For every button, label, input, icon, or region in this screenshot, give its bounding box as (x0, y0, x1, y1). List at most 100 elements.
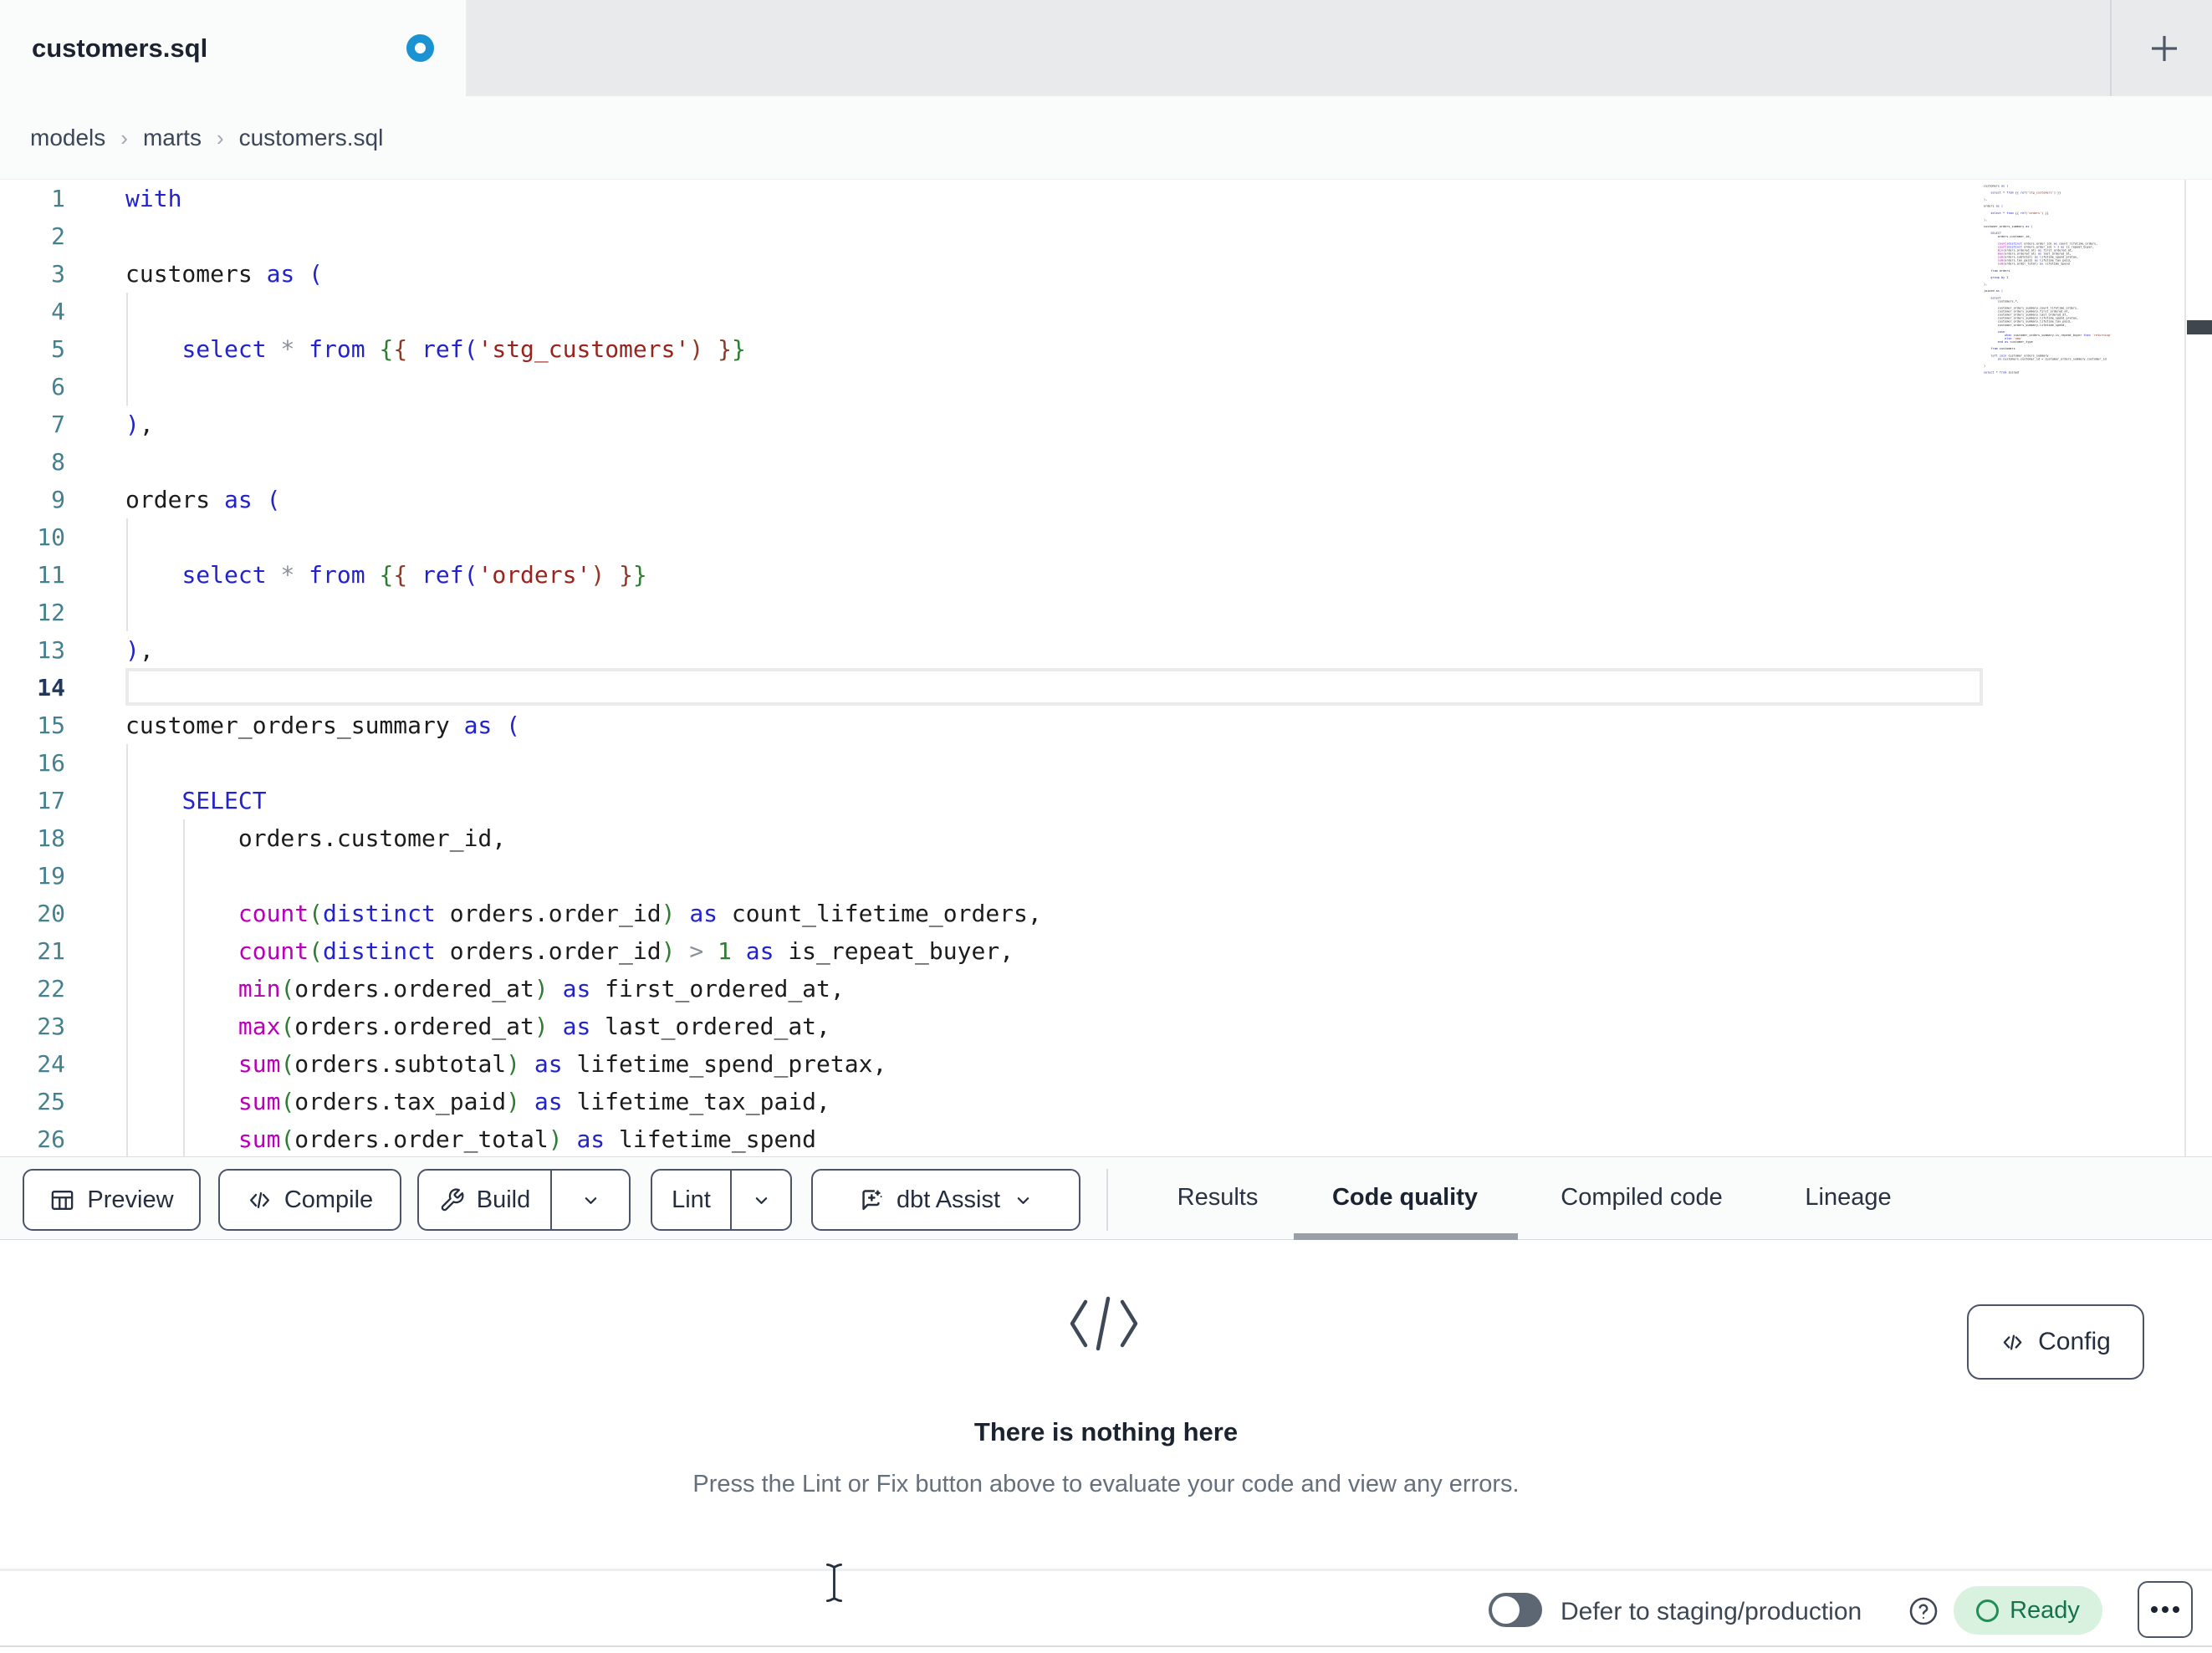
breadcrumb-item-file: customers.sql (238, 125, 384, 151)
editor-line[interactable]: 20 count(distinct orders.order_id) as co… (0, 895, 2184, 932)
tab-compiled-code[interactable]: Compiled code (1561, 1156, 1722, 1238)
line-number: 10 (37, 523, 65, 551)
editor-line[interactable]: 13), (0, 631, 2184, 669)
lint-label: Lint (672, 1186, 711, 1213)
chat-sparkle-icon (862, 1189, 882, 1210)
line-number: 23 (37, 1013, 65, 1040)
new-tab-button[interactable] (2131, 15, 2198, 82)
build-split-button: Build (417, 1169, 631, 1231)
tabbar-separator (2110, 0, 2112, 96)
editor-line[interactable]: 6 (0, 368, 2184, 406)
status-badge-ready[interactable]: Ready (1954, 1586, 2102, 1635)
editor-line[interactable]: 8 (0, 443, 2184, 481)
line-number: 22 (37, 975, 65, 1003)
minimap[interactable]: with customers as ( select * from {{ ref… (1984, 180, 2184, 562)
editor-line[interactable]: 18 orders.customer_id, (0, 819, 2184, 857)
table-icon (52, 1190, 74, 1210)
empty-state-title: There is nothing here (973, 1417, 1239, 1446)
active-tab-underline (1294, 1233, 1518, 1240)
dbt-assist-button[interactable]: dbt Assist (811, 1169, 1080, 1231)
line-number: 9 (51, 486, 65, 513)
scrollbar-thumb[interactable] (2187, 320, 2212, 334)
editor-line[interactable]: 9 orders as ( (0, 481, 2184, 518)
editor-line[interactable]: 19 (0, 857, 2184, 895)
line-number: 21 (37, 937, 65, 965)
tab-title: customers.sql (32, 33, 208, 63)
ready-label: Ready (2010, 1596, 2080, 1624)
line-number: 2 (51, 222, 65, 250)
editor-line[interactable]: 16 (0, 744, 2184, 782)
mouse-cursor-ibeam (825, 1563, 843, 1603)
dbt-ide-window: customers.sql models › marts › customers… (0, 0, 2212, 1653)
preview-button[interactable]: Preview (23, 1169, 201, 1231)
editor-line[interactable]: 22 min(orders.ordered_at) as first_order… (0, 970, 2184, 1008)
editor-line[interactable]: 7), (0, 406, 2184, 443)
editor-line[interactable]: 11 select * from {{ ref('orders') }} (0, 556, 2184, 594)
line-number: 12 (37, 599, 65, 626)
code-lines[interactable]: 1 with 2 3 customers as (4 5 select * from {{… (0, 180, 2184, 1156)
build-label: Build (476, 1186, 531, 1213)
status-bar: Defer to staging/production Ready (0, 1569, 2212, 1653)
editor-line[interactable]: 26 sum(orders.order_total) as lifetime_s… (0, 1120, 2184, 1156)
tab-customers-sql[interactable]: customers.sql (0, 0, 466, 96)
editor-line[interactable]: 12 (0, 594, 2184, 631)
editor-line[interactable]: 17 SELECT (0, 782, 2184, 819)
line-number: 17 (37, 787, 65, 814)
unsaved-changes-dot (406, 34, 434, 62)
line-number: 8 (51, 448, 65, 476)
code-icon (249, 1191, 269, 1208)
breadcrumb-separator: › (120, 125, 128, 151)
toolbar-separator (1106, 1169, 1108, 1231)
preview-label: Preview (87, 1186, 174, 1213)
line-number: 6 (51, 373, 65, 400)
build-button[interactable]: Build (419, 1171, 550, 1229)
editor-line[interactable]: 23 max(orders.ordered_at) as last_ordere… (0, 1008, 2184, 1045)
editor-line[interactable]: 4 (0, 293, 2184, 330)
breadcrumb-item-marts[interactable]: marts (143, 125, 202, 151)
line-number: 25 (37, 1088, 65, 1115)
overflow-menu-button[interactable] (2138, 1581, 2193, 1638)
editor-line[interactable]: 10 (0, 518, 2184, 556)
code-icon (1070, 1296, 1138, 1351)
line-number: 20 (37, 900, 65, 927)
tab-code-quality[interactable]: Code quality (1332, 1156, 1478, 1238)
dbt-assist-label: dbt Assist (896, 1186, 1001, 1213)
editor-line[interactable]: 1 with (0, 180, 2184, 217)
config-button[interactable]: Config (1967, 1304, 2144, 1380)
editor-line[interactable]: 25 sum(orders.tax_paid) as lifetime_tax_… (0, 1083, 2184, 1120)
breadcrumb-item-models[interactable]: models (30, 125, 105, 151)
code-editor[interactable]: 1 with 2 3 customers as (4 5 select * from {{… (0, 180, 2212, 1156)
line-number: 26 (37, 1125, 65, 1153)
line-number: 3 (51, 260, 65, 288)
ellipsis-icon (2151, 1606, 2158, 1613)
line-number: 24 (37, 1050, 65, 1078)
breadcrumb-row: models › marts › customers.sql Save (0, 96, 2212, 260)
ellipsis-icon (2162, 1606, 2169, 1613)
question-circle-icon[interactable] (1908, 1596, 1939, 1626)
chevron-down-icon (755, 1196, 767, 1204)
editor-line[interactable]: 2 (0, 217, 2184, 255)
line-number: 18 (37, 824, 65, 852)
build-dropdown-toggle[interactable] (552, 1171, 629, 1229)
breadcrumb-separator: › (216, 125, 224, 151)
compile-button[interactable]: Compile (218, 1169, 401, 1231)
breadcrumb: models › marts › customers.sql (30, 96, 383, 180)
tab-results[interactable]: Results (1178, 1156, 1259, 1238)
chevron-down-icon (585, 1196, 596, 1204)
line-number: 11 (37, 561, 65, 589)
editor-line[interactable]: 21 count(distinct orders.order_id) > 1 a… (0, 932, 2184, 970)
ellipsis-icon (2173, 1606, 2179, 1613)
empty-state-description: Press the Lint or Fix button above to ev… (692, 1471, 1520, 1497)
line-number: 5 (51, 335, 65, 363)
line-number: 13 (37, 636, 65, 664)
lint-button[interactable]: Lint (652, 1171, 730, 1229)
editor-line[interactable]: 24 sum(orders.subtotal) as lifetime_spen… (0, 1045, 2184, 1083)
defer-toggle[interactable] (1489, 1593, 1542, 1627)
lint-dropdown-toggle[interactable] (732, 1171, 790, 1229)
editor-line[interactable]: 15 customer_orders_summary as ( (0, 707, 2184, 744)
tab-lineage[interactable]: Lineage (1805, 1156, 1891, 1238)
code-icon (2003, 1334, 2022, 1350)
editor-line[interactable]: 14 (0, 669, 2184, 707)
editor-line[interactable]: 5 select * from {{ ref('stg_customers') … (0, 330, 2184, 368)
editor-line[interactable]: 3 customers as ( (0, 255, 2184, 293)
